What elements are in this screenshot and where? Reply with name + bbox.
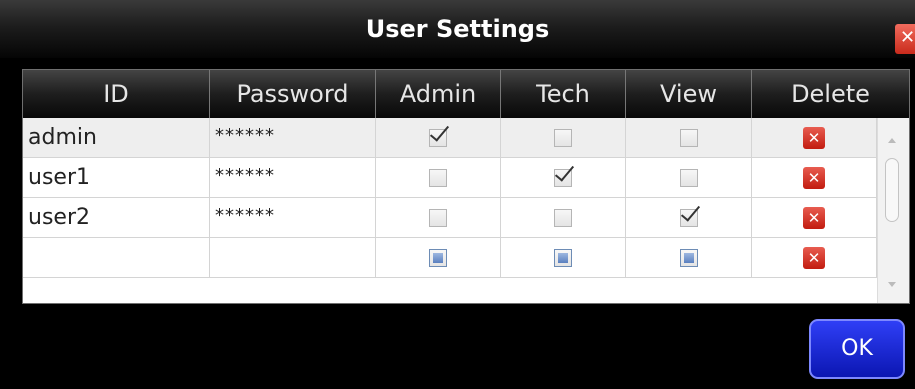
user-settings-dialog: User Settings ✕ ID Password Admin Tech V… xyxy=(0,0,915,389)
scroll-up-icon[interactable] xyxy=(888,138,896,143)
admin-cell xyxy=(376,118,501,158)
admin-checkbox[interactable] xyxy=(429,248,447,267)
admin-cell xyxy=(376,198,501,238)
view-cell xyxy=(626,198,752,238)
admin-cell xyxy=(376,238,501,278)
user-id: admin xyxy=(28,125,97,150)
password-mask: ****** xyxy=(215,125,275,146)
delete-row-button[interactable]: ✕ xyxy=(803,246,825,269)
close-button[interactable]: ✕ xyxy=(895,24,915,54)
table-row[interactable]: user2 ****** ✕ xyxy=(23,198,877,238)
table-row-new[interactable]: ✕ xyxy=(23,238,877,278)
delete-row-button[interactable]: ✕ xyxy=(803,126,825,149)
password-cell[interactable]: ****** xyxy=(210,198,376,238)
ok-button[interactable]: OK xyxy=(809,319,905,379)
admin-checkbox[interactable] xyxy=(429,168,447,187)
tech-checkbox[interactable] xyxy=(554,128,572,147)
delete-row-button[interactable]: ✕ xyxy=(803,206,825,229)
column-header-view[interactable]: View xyxy=(626,70,752,118)
id-cell[interactable] xyxy=(23,238,210,278)
admin-checkbox[interactable] xyxy=(429,128,447,147)
delete-row-button[interactable]: ✕ xyxy=(803,166,825,189)
tech-cell xyxy=(501,118,626,158)
user-id: user2 xyxy=(28,205,90,230)
tech-checkbox[interactable] xyxy=(554,168,572,187)
column-header-password[interactable]: Password xyxy=(210,70,376,118)
id-cell[interactable]: user1 xyxy=(23,158,210,198)
tech-cell xyxy=(501,158,626,198)
tech-checkbox[interactable] xyxy=(554,208,572,227)
view-cell xyxy=(626,238,752,278)
password-cell[interactable]: ****** xyxy=(210,118,376,158)
view-checkbox[interactable] xyxy=(679,168,698,187)
column-header-admin[interactable]: Admin xyxy=(376,70,501,118)
id-cell[interactable]: user2 xyxy=(23,198,210,238)
password-cell[interactable] xyxy=(210,238,376,278)
dialog-title: User Settings xyxy=(365,15,550,43)
view-checkbox[interactable] xyxy=(679,248,698,267)
view-cell xyxy=(626,158,752,198)
title-bar: User Settings ✕ xyxy=(0,0,915,58)
view-cell xyxy=(626,118,752,158)
delete-cell: ✕ xyxy=(752,118,877,158)
tech-cell xyxy=(501,238,626,278)
users-table: ID Password Admin Tech View Delete admin… xyxy=(22,69,910,304)
delete-cell: ✕ xyxy=(752,238,877,278)
admin-cell xyxy=(376,158,501,198)
column-header-id[interactable]: ID xyxy=(23,70,210,118)
column-header-tech[interactable]: Tech xyxy=(501,70,626,118)
table-row[interactable]: user1 ****** ✕ xyxy=(23,158,877,198)
scroll-thumb[interactable] xyxy=(885,158,899,222)
password-mask: ****** xyxy=(215,205,275,226)
view-checkbox[interactable] xyxy=(679,208,698,227)
vertical-scrollbar[interactable] xyxy=(877,118,909,303)
user-id: user1 xyxy=(28,165,90,190)
delete-cell: ✕ xyxy=(752,198,877,238)
tech-checkbox[interactable] xyxy=(554,248,572,267)
tech-cell xyxy=(501,198,626,238)
view-checkbox[interactable] xyxy=(679,128,698,147)
password-mask: ****** xyxy=(215,165,275,186)
delete-cell: ✕ xyxy=(752,158,877,198)
table-row[interactable]: admin ****** ✕ xyxy=(23,118,877,158)
column-header-delete[interactable]: Delete xyxy=(752,70,909,118)
table-header: ID Password Admin Tech View Delete xyxy=(23,70,909,118)
scroll-down-icon[interactable] xyxy=(888,282,896,287)
id-cell[interactable]: admin xyxy=(23,118,210,158)
admin-checkbox[interactable] xyxy=(429,208,447,227)
password-cell[interactable]: ****** xyxy=(210,158,376,198)
